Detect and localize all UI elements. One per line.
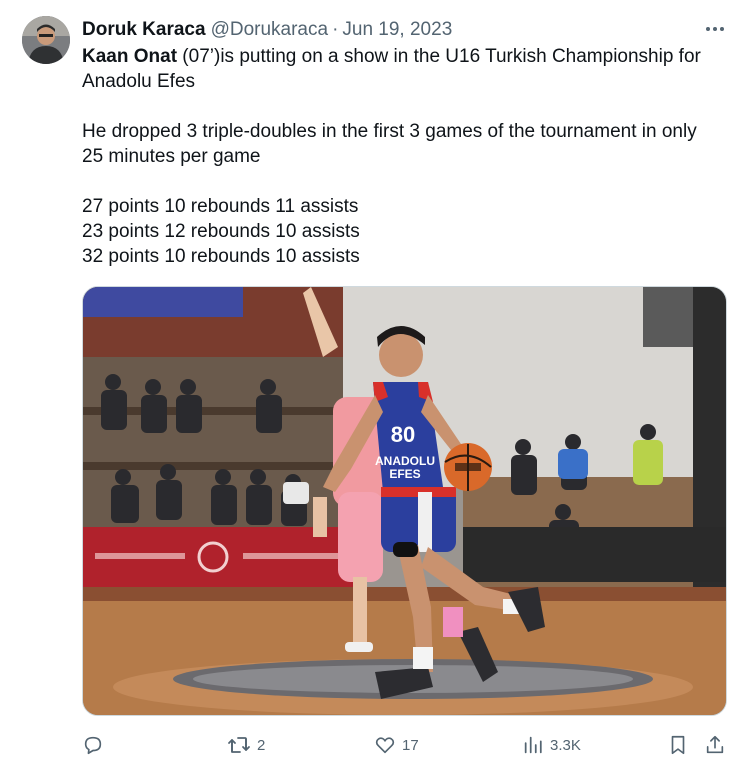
views-button[interactable]: 3.3K [522, 731, 581, 759]
tweet: Doruk Karaca @Dorukaraca · Jun 19, 2023 … [0, 0, 747, 769]
separator-dot: · [332, 19, 339, 40]
stat-line: 27 points 10 rebounds 11 assists [82, 196, 359, 217]
text-line: Anadolu Efes [82, 71, 196, 92]
stat-line: 32 points 10 rebounds 10 assists [82, 246, 360, 267]
bookmark-icon [667, 734, 689, 756]
action-bar: 2 17 3.3K [82, 731, 729, 759]
text-fragment: (07’)is putting on a show in the U16 Tur… [177, 46, 701, 67]
tweet-photo[interactable]: 80 ANADOLU EFES [82, 286, 727, 716]
reply-icon [82, 734, 104, 756]
retweet-count: 2 [257, 736, 266, 754]
text-line: Kaan Onat (07’)is putting on a show in t… [82, 44, 732, 69]
retweet-icon [227, 734, 251, 756]
more-options-icon[interactable] [705, 19, 725, 39]
heart-icon [374, 734, 396, 756]
jersey-text-line1: ANADOLU [375, 454, 435, 468]
like-button[interactable]: 17 [374, 731, 419, 759]
share-icon [704, 734, 726, 756]
mentioned-name: Kaan Onat [82, 46, 178, 67]
stat-line: 23 points 12 rebounds 10 assists [82, 221, 360, 242]
bookmark-button[interactable] [667, 731, 689, 759]
text-line: 25 minutes per game [82, 146, 261, 167]
user-handle[interactable]: @Dorukaraca [211, 19, 329, 41]
view-count: 3.3K [550, 736, 581, 754]
reply-button[interactable] [82, 731, 110, 759]
text-line: He dropped 3 triple-doubles in the first… [82, 121, 697, 142]
post-date[interactable]: Jun 19, 2023 [342, 19, 452, 41]
jersey-text-line2: EFES [389, 467, 420, 481]
avatar[interactable] [22, 16, 70, 64]
tweet-header: Doruk Karaca @Dorukaraca · Jun 19, 2023 [82, 18, 727, 42]
display-name[interactable]: Doruk Karaca [82, 19, 206, 41]
share-button[interactable] [704, 731, 726, 759]
analytics-icon [522, 734, 544, 756]
jersey-number: 80 [391, 422, 415, 447]
retweet-button[interactable]: 2 [227, 731, 265, 759]
like-count: 17 [402, 736, 419, 754]
tweet-text: Kaan Onat (07’)is putting on a show in t… [82, 44, 732, 269]
